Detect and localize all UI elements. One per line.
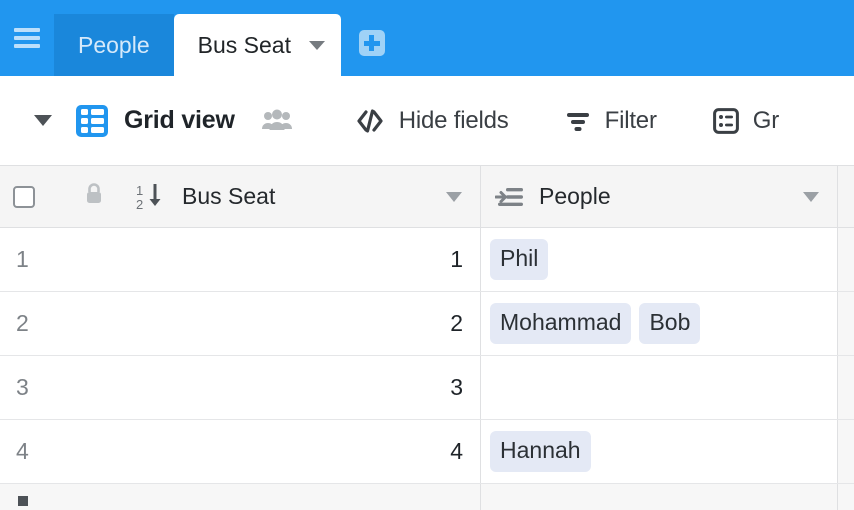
row-tail	[838, 420, 854, 483]
sidebar-toggle-button[interactable]	[0, 0, 54, 76]
linked-record-pill[interactable]: Hannah	[490, 431, 591, 472]
view-selector[interactable]: Grid view	[76, 105, 235, 137]
table-tab-bar: People Bus Seat	[0, 0, 854, 76]
hide-fields-button[interactable]: Hide fields	[355, 107, 509, 135]
data-grid: 1 2 Bus Seat	[0, 166, 854, 510]
hide-fields-icon	[355, 109, 385, 133]
table-row[interactable]: 11Phil	[0, 228, 854, 292]
chevron-down-icon[interactable]	[309, 41, 325, 50]
hide-fields-label: Hide fields	[399, 107, 509, 135]
row-number: 2	[16, 310, 29, 337]
add-table-button[interactable]	[359, 30, 385, 56]
plus-icon	[359, 30, 385, 56]
group-button[interactable]: Gr	[713, 107, 779, 135]
row-number: 1	[16, 246, 29, 273]
number-sort-icon: 1 2	[136, 182, 168, 212]
linked-record-pill[interactable]: Bob	[639, 303, 700, 344]
column-name-label: People	[539, 183, 611, 210]
table-row[interactable]: 33	[0, 356, 854, 420]
collaborators-button[interactable]	[261, 109, 293, 133]
filter-label: Filter	[605, 107, 657, 135]
bus-seat-value: 1	[450, 246, 463, 273]
bus-seat-value: 3	[450, 374, 463, 401]
group-icon	[713, 108, 739, 134]
column-header-bus-seat[interactable]: 1 2 Bus Seat	[0, 166, 481, 227]
linked-record-pill[interactable]: Phil	[490, 239, 548, 280]
view-toolbar: Grid view Hide fields	[0, 76, 854, 166]
row-tail	[838, 292, 854, 355]
select-all-checkbox[interactable]	[13, 186, 35, 208]
cell-people[interactable]: Hannah	[481, 420, 838, 483]
filter-funnel-icon	[565, 109, 591, 133]
cell-bus-seat[interactable]: 33	[0, 356, 481, 419]
lock-icon	[84, 182, 104, 211]
chevron-down-icon[interactable]	[803, 192, 819, 202]
bus-seat-value: 2	[450, 310, 463, 337]
row-number: 4	[16, 438, 29, 465]
column-name-label: Bus Seat	[182, 183, 275, 210]
grid-header-row: 1 2 Bus Seat	[0, 166, 854, 228]
column-header-people[interactable]: People	[481, 166, 838, 227]
linked-record-pill[interactable]: Mohammad	[490, 303, 631, 344]
view-name-label: Grid view	[124, 106, 235, 135]
row-tail	[838, 356, 854, 419]
header-tail	[838, 166, 854, 227]
grid-view-icon	[76, 105, 108, 137]
table-tab-bus-seat[interactable]: Bus Seat	[174, 14, 341, 76]
add-row-tail	[838, 484, 854, 510]
cell-bus-seat[interactable]: 11	[0, 228, 481, 291]
cell-people[interactable]: MohammadBob	[481, 292, 838, 355]
group-label: Gr	[753, 107, 779, 135]
table-tab-label: Bus Seat	[198, 32, 291, 59]
add-row-cell[interactable]	[0, 484, 481, 510]
chevron-down-icon[interactable]	[446, 192, 462, 202]
row-number: 3	[16, 374, 29, 401]
grid-rows: 11Phil22MohammadBob3344Hannah	[0, 228, 854, 484]
table-row[interactable]: 22MohammadBob	[0, 292, 854, 356]
hamburger-icon	[14, 24, 40, 52]
svg-text:1: 1	[136, 183, 143, 198]
table-tab-label: People	[78, 32, 150, 59]
people-group-icon	[261, 109, 293, 133]
cell-bus-seat[interactable]: 22	[0, 292, 481, 355]
chevron-down-icon[interactable]	[34, 115, 52, 126]
bus-seat-value: 4	[450, 438, 463, 465]
cell-bus-seat[interactable]: 44	[0, 420, 481, 483]
add-row-cell-people	[481, 484, 838, 510]
link-to-record-icon	[495, 185, 525, 209]
airtable-app: People Bus Seat Grid view	[0, 0, 854, 510]
row-tail	[838, 228, 854, 291]
add-row[interactable]	[0, 484, 854, 510]
plus-icon	[18, 496, 28, 506]
table-row[interactable]: 44Hannah	[0, 420, 854, 484]
cell-people[interactable]: Phil	[481, 228, 838, 291]
filter-button[interactable]: Filter	[565, 107, 657, 135]
table-tab-people[interactable]: People	[54, 14, 174, 76]
svg-text:2: 2	[136, 197, 143, 212]
cell-people[interactable]	[481, 356, 838, 419]
